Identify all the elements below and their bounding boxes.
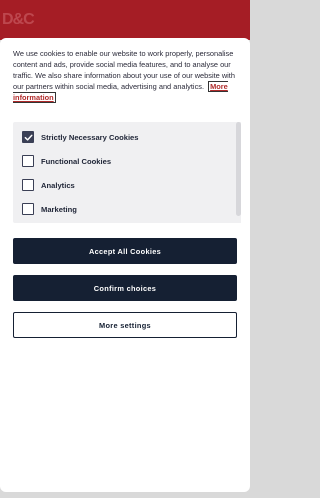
cookie-consent-dialog: We use cookies to enable our website to … xyxy=(0,38,250,492)
site-header-backdrop: D&C xyxy=(0,0,250,40)
marketing-label: Marketing xyxy=(41,204,77,214)
strictly-necessary-checkbox[interactable] xyxy=(22,131,34,143)
strictly-necessary-label: Strictly Necessary Cookies xyxy=(41,132,139,142)
option-marketing[interactable]: Marketing xyxy=(22,202,77,216)
analytics-label: Analytics xyxy=(41,180,75,190)
marketing-checkbox[interactable] xyxy=(22,203,34,215)
checkmark-icon xyxy=(24,134,32,141)
functional-label: Functional Cookies xyxy=(41,156,112,166)
option-analytics[interactable]: Analytics xyxy=(22,178,75,192)
more-settings-button[interactable]: More settings xyxy=(13,312,237,338)
accept-all-cookies-button[interactable]: Accept All Cookies xyxy=(13,238,237,264)
options-scrollbar[interactable] xyxy=(236,122,241,223)
cookie-options-panel: Strictly Necessary Cookies Functional Co… xyxy=(13,122,241,223)
option-functional[interactable]: Functional Cookies xyxy=(22,154,111,168)
cookie-description-text: We use cookies to enable our website to … xyxy=(13,49,235,91)
options-scrollbar-thumb[interactable] xyxy=(236,122,241,216)
functional-checkbox[interactable] xyxy=(22,155,34,167)
confirm-choices-button[interactable]: Confirm choices xyxy=(13,275,237,301)
analytics-checkbox[interactable] xyxy=(22,179,34,191)
cookie-description: We use cookies to enable our website to … xyxy=(13,48,238,103)
site-logo: D&C xyxy=(2,11,35,28)
option-strictly-necessary[interactable]: Strictly Necessary Cookies xyxy=(22,130,139,144)
